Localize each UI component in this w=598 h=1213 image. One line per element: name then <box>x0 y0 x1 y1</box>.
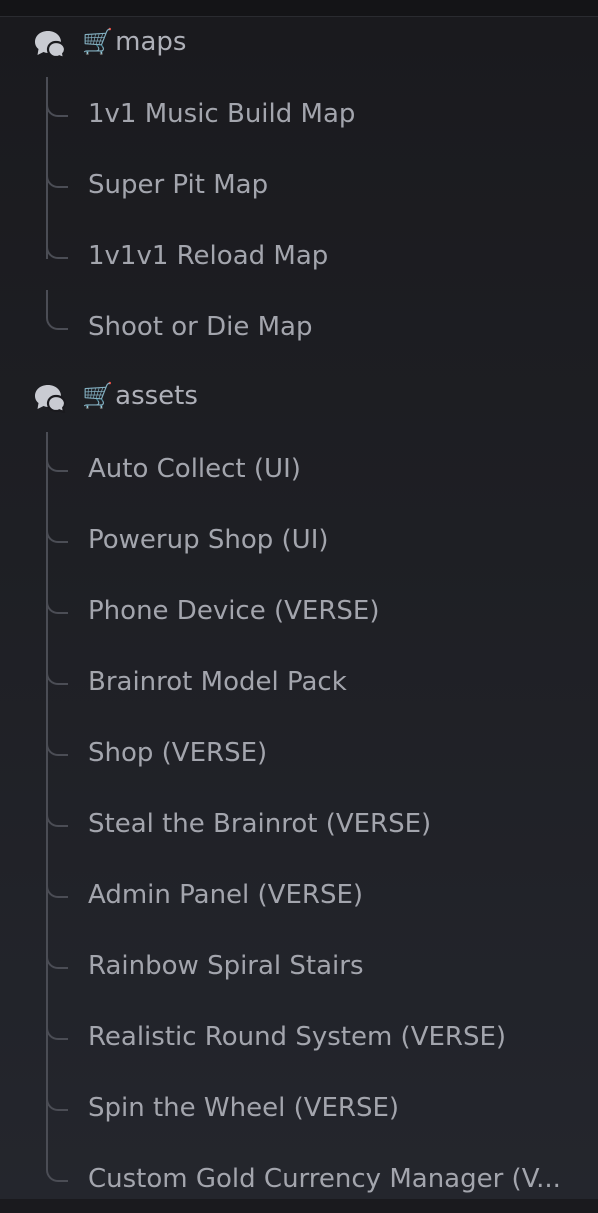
thread-item[interactable]: 1v1 Music Build Map <box>0 77 598 148</box>
thread-connector <box>46 1071 68 1111</box>
thread-title: Realistic Round System (VERSE) <box>88 1022 507 1052</box>
thread-item[interactable]: 1v1v1 Reload Map <box>0 219 598 290</box>
thread-item[interactable]: Auto Collect (UI) <box>0 432 598 503</box>
thread-connector <box>46 1142 68 1182</box>
thread-title: Steal the Brainrot (VERSE) <box>88 809 432 839</box>
forum-header-maps[interactable]: 🛒maps <box>0 17 598 67</box>
thread-connector <box>46 1000 68 1040</box>
forum-bubbles-icon <box>34 383 68 414</box>
thread-item[interactable]: Steal the Brainrot (VERSE) <box>0 787 598 858</box>
thread-title: Rainbow Spiral Stairs <box>88 951 364 981</box>
thread-connector <box>46 787 68 827</box>
thread-title: Super Pit Map <box>88 170 269 200</box>
shopping-cart-icon: 🛒 <box>82 27 114 56</box>
thread-connector <box>46 574 68 614</box>
thread-connector <box>46 432 68 472</box>
thread-title: Auto Collect (UI) <box>88 454 301 484</box>
thread-connector <box>46 77 68 117</box>
thread-title: Shop (VERSE) <box>88 738 268 768</box>
forum-title-maps: 🛒maps <box>82 27 186 57</box>
thread-item[interactable]: Phone Device (VERSE) <box>0 574 598 645</box>
thread-item[interactable]: Shop (VERSE) <box>0 716 598 787</box>
thread-item[interactable]: Shoot or Die Map <box>0 290 598 361</box>
thread-item[interactable]: Admin Panel (VERSE) <box>0 858 598 929</box>
forum-name: maps <box>115 27 187 57</box>
thread-title: Spin the Wheel (VERSE) <box>88 1093 400 1123</box>
thread-item[interactable]: Super Pit Map <box>0 148 598 219</box>
thread-item[interactable]: Brainrot Model Pack <box>0 645 598 716</box>
thread-title: 1v1v1 Reload Map <box>88 241 329 271</box>
forum-name: assets <box>115 381 198 411</box>
thread-connector <box>46 929 68 969</box>
thread-connector <box>46 290 68 330</box>
thread-title: Shoot or Die Map <box>88 312 313 342</box>
thread-connector <box>46 645 68 685</box>
thread-connector <box>46 503 68 543</box>
thread-title: Custom Gold Currency Manager (V... <box>88 1164 561 1194</box>
forum-header-assets[interactable]: 🛒assets <box>0 371 598 421</box>
shopping-cart-icon: 🛒 <box>82 381 114 410</box>
thread-title: 1v1 Music Build Map <box>88 99 356 129</box>
thread-item[interactable]: Custom Gold Currency Manager (V... <box>0 1142 598 1213</box>
thread-item[interactable]: Realistic Round System (VERSE) <box>0 1000 598 1071</box>
thread-title: Admin Panel (VERSE) <box>88 880 364 910</box>
thread-connector <box>46 219 68 259</box>
thread-title: Phone Device (VERSE) <box>88 596 380 626</box>
thread-item[interactable]: Spin the Wheel (VERSE) <box>0 1071 598 1142</box>
forum-bubbles-icon <box>34 29 68 60</box>
thread-connector <box>46 716 68 756</box>
thread-connector <box>46 858 68 898</box>
thread-connector <box>46 148 68 188</box>
forum-title-assets: 🛒assets <box>82 381 198 411</box>
thread-title: Brainrot Model Pack <box>88 667 347 697</box>
top-divider <box>0 0 598 17</box>
thread-item[interactable]: Powerup Shop (UI) <box>0 503 598 574</box>
thread-item[interactable]: Rainbow Spiral Stairs <box>0 929 598 1000</box>
thread-title: Powerup Shop (UI) <box>88 525 329 555</box>
